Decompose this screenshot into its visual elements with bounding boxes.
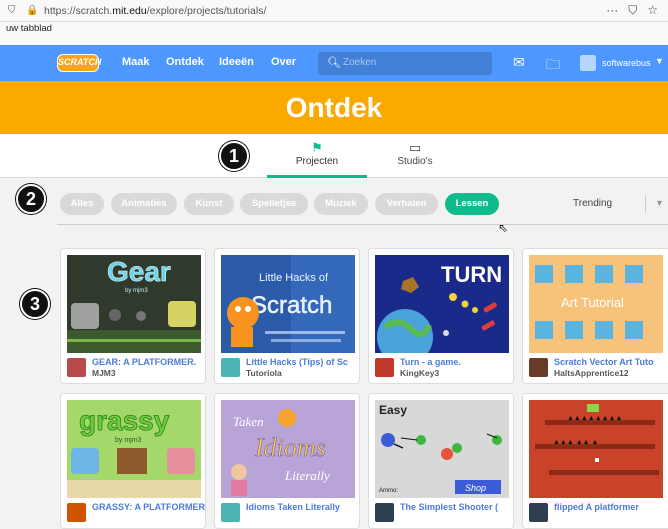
svg-text:by mjm3: by mjm3 — [125, 288, 148, 294]
annotation-badge-3: 3 — [20, 289, 50, 319]
author-avatar[interactable] — [529, 358, 548, 377]
shield-icon[interactable]: ⛉ — [8, 5, 22, 16]
project-thumbnail[interactable]: grassy by mjm3 — [67, 400, 201, 498]
svg-text:Scratch: Scratch — [251, 292, 332, 319]
svg-text:TURN: TURN — [441, 262, 502, 287]
project-thumbnail[interactable]: Easy Ammo: Shop — [375, 400, 509, 498]
svg-text:Taken: Taken — [233, 414, 264, 429]
chevron-down-icon: ▼ — [655, 198, 664, 208]
svg-text:Shop: Shop — [465, 483, 486, 493]
annotation-badge-2: 2 — [16, 184, 46, 214]
filter-animaties[interactable]: Animaties — [111, 193, 177, 215]
filter-alles[interactable]: Alles — [60, 193, 104, 215]
project-title[interactable]: The Simplest Shooter ( — [400, 502, 513, 512]
project-card[interactable]: ▲▲▲▲▲▲▲▲ ▲▲▲ ▲▲ ▲ flipped A platformer — [522, 393, 668, 529]
page-title: Ontdek — [285, 91, 383, 123]
my-stuff-icon[interactable]: 🗀 — [546, 54, 560, 78]
author-avatar[interactable] — [221, 358, 240, 377]
tab-projecten[interactable]: ⚑ Projecten — [267, 140, 367, 167]
project-card[interactable]: Easy Ammo: Shop The Simplest Shooter ( — [368, 393, 514, 529]
project-card[interactable]: Taken Idioms Literally Idioms Taken Lite… — [214, 393, 360, 529]
project-author[interactable]: HaltsApprentice12 — [554, 368, 629, 378]
divider — [57, 224, 668, 225]
svg-text:Gear: Gear — [107, 256, 171, 287]
filter-spelletjes[interactable]: Spelletjes — [240, 193, 308, 215]
author-avatar[interactable] — [529, 503, 548, 522]
svg-text:Little Hacks of: Little Hacks of — [259, 272, 329, 284]
project-title[interactable]: Turn - a game. — [400, 357, 513, 367]
author-avatar[interactable] — [375, 503, 394, 522]
scratch-logo[interactable]: SCRATCH — [57, 54, 101, 72]
nav-link-maak[interactable]: Maak — [122, 56, 150, 68]
tabs-bar: ⚑ Projecten ▭ Studio's — [0, 134, 668, 178]
project-author[interactable]: Tutoriola — [246, 368, 282, 378]
project-card[interactable]: Little Hacks of Scratch Little Hacks (Ti… — [214, 248, 360, 384]
svg-text:▲▲▲ ▲▲ ▲: ▲▲▲ ▲▲ ▲ — [553, 439, 598, 446]
svg-text:Art Tutorial: Art Tutorial — [561, 295, 624, 310]
sort-select[interactable]: Trending ▼ — [551, 193, 668, 215]
project-title[interactable]: Scratch Vector Art Tuto — [554, 357, 667, 367]
project-thumbnail[interactable]: Gear by mjm3 — [67, 255, 201, 353]
search-icon: 🔍︎ — [327, 57, 341, 69]
project-title[interactable]: GRASSY: A PLATFORMER — [92, 502, 205, 512]
chevron-down-icon[interactable]: ▼ — [655, 56, 664, 66]
author-avatar[interactable] — [221, 503, 240, 522]
project-thumbnail[interactable]: TURN — [375, 255, 509, 353]
svg-text:Idioms: Idioms — [254, 433, 326, 462]
project-title[interactable]: flipped A platformer — [554, 502, 667, 512]
bookmark-item[interactable]: uw tabblad — [6, 23, 52, 34]
project-title[interactable]: GEAR: A PLATFORMER. — [92, 357, 205, 367]
messages-icon[interactable]: ✉ — [513, 54, 525, 71]
url-field[interactable]: https://scratch.mit.edu/explore/projects… — [44, 5, 266, 17]
project-card[interactable]: Art Tutorial Scratch Vector Art Tuto Hal… — [522, 248, 668, 384]
author-avatar[interactable] — [67, 503, 86, 522]
svg-text:by mjm3: by mjm3 — [115, 437, 142, 444]
project-author[interactable]: MJM3 — [92, 368, 116, 378]
studio-icon: ▭ — [408, 140, 422, 155]
divider — [645, 195, 646, 213]
username[interactable]: softwarebus — [602, 58, 651, 68]
star-icon[interactable]: ☆ — [647, 3, 658, 18]
project-title[interactable]: Idioms Taken Literally — [246, 502, 359, 512]
project-author[interactable]: KingKey3 — [400, 368, 439, 378]
nav-link-ideeen[interactable]: Ideeën — [219, 56, 254, 68]
filter-muziek[interactable]: Muziek — [314, 193, 368, 215]
project-thumbnail[interactable]: Taken Idioms Literally — [221, 400, 355, 498]
nav-link-over[interactable]: Over — [271, 56, 296, 68]
author-avatar[interactable] — [67, 358, 86, 377]
avatar[interactable] — [580, 55, 596, 71]
project-title[interactable]: Little Hacks (Tips) of Sc — [246, 357, 359, 367]
tab-studios[interactable]: ▭ Studio's — [365, 140, 465, 167]
filter-kunst[interactable]: Kunst — [184, 193, 234, 215]
bookmarks-bar: uw tabblad — [0, 22, 668, 45]
filter-lessen[interactable]: Lessen — [445, 193, 499, 215]
filter-verhalen[interactable]: Verhalen — [375, 193, 438, 215]
mouse-cursor-icon: ⇖ — [498, 221, 509, 235]
browser-address-bar: ⛉ 🔒 https://scratch.mit.edu/explore/proj… — [0, 0, 668, 22]
project-thumbnail[interactable]: Little Hacks of Scratch — [221, 255, 355, 353]
project-thumbnail[interactable]: ▲▲▲▲▲▲▲▲ ▲▲▲ ▲▲ ▲ — [529, 400, 663, 498]
page-banner: Ontdek — [0, 81, 668, 134]
active-tab-indicator — [267, 175, 367, 178]
svg-text:Easy: Easy — [379, 403, 407, 417]
project-card[interactable]: grassy by mjm3 GRASSY: A PLATFORMER — [60, 393, 206, 529]
lock-icon: 🔒 — [26, 5, 39, 16]
nav-link-ontdek[interactable]: Ontdek — [166, 56, 204, 68]
pocket-icon[interactable]: ⛉ — [628, 3, 637, 18]
annotation-badge-1: 1 — [219, 141, 249, 171]
svg-text:grassy: grassy — [79, 405, 170, 436]
project-thumbnail[interactable]: Art Tutorial — [529, 255, 663, 353]
project-card[interactable]: Gear by mjm3 GEAR: A PLATFORMER. MJM3 — [60, 248, 206, 384]
svg-text:▲▲▲▲▲▲▲▲: ▲▲▲▲▲▲▲▲ — [567, 415, 622, 422]
project-card[interactable]: TURN Turn - a game. KingKey3 — [368, 248, 514, 384]
top-navigation: SCRATCH Maak Ontdek Ideeën Over 🔍︎ Zoeke… — [0, 45, 668, 81]
author-avatar[interactable] — [375, 358, 394, 377]
search-input[interactable]: 🔍︎ Zoeken — [318, 52, 492, 75]
svg-text:Literally: Literally — [284, 468, 330, 483]
svg-text:Ammo:: Ammo: — [379, 488, 398, 494]
flag-icon: ⚑ — [311, 140, 323, 155]
page-actions-menu-icon[interactable]: ··· — [606, 3, 618, 18]
